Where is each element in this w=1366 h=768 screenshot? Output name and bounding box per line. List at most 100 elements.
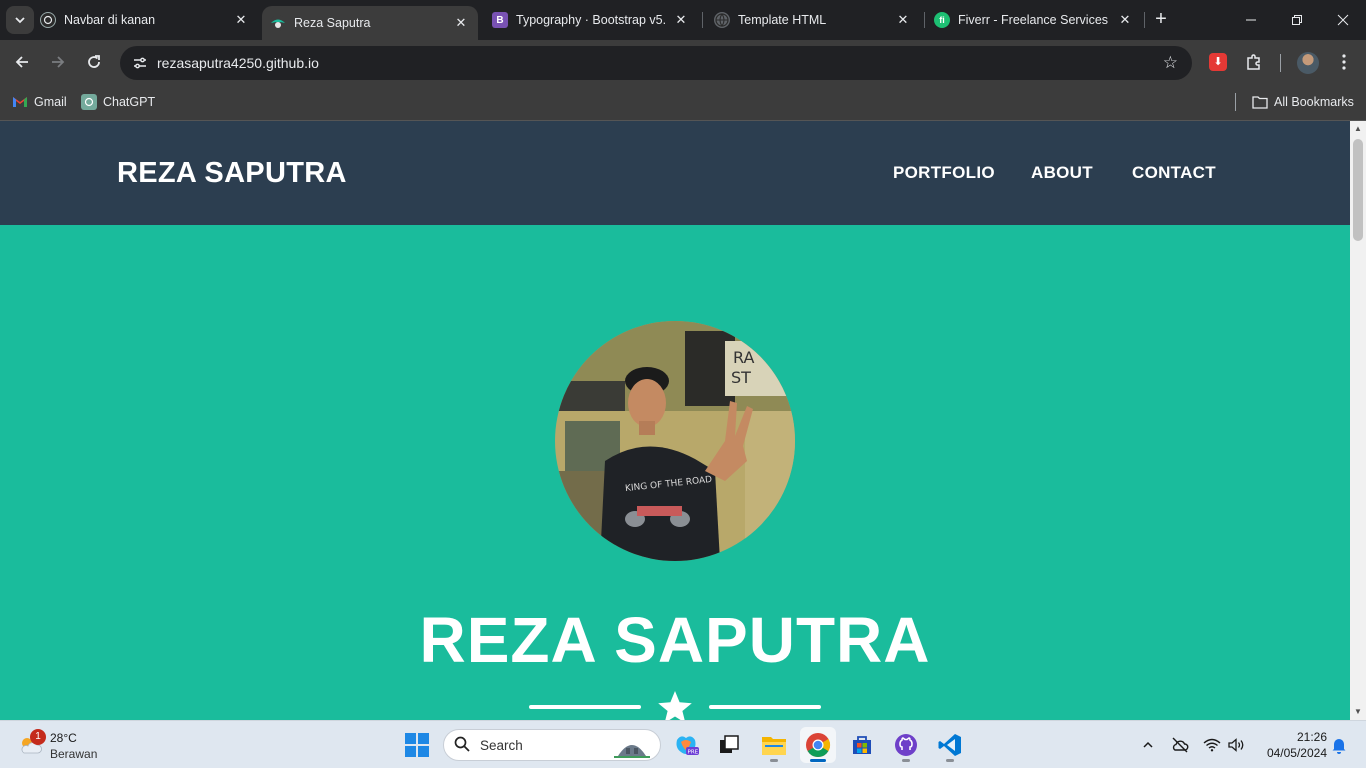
task-view-app[interactable] — [711, 727, 747, 763]
reload-button[interactable] — [80, 48, 108, 76]
clock-time: 21:26 — [1296, 730, 1327, 744]
close-tab-icon[interactable]: ✕ — [232, 12, 250, 28]
close-window-button[interactable] — [1320, 0, 1366, 40]
reload-icon — [88, 55, 100, 68]
restore-icon — [1292, 15, 1302, 25]
tab-title: Navbar di kanan — [64, 13, 156, 27]
svg-text:RA: RA — [733, 348, 754, 367]
close-icon — [1337, 14, 1349, 26]
tab-title: Reza Saputra — [294, 16, 371, 30]
tab-title: Typography · Bootstrap v5.2 — [516, 13, 666, 27]
bookmark-gmail[interactable]: Gmail — [12, 94, 67, 110]
bookmarks-separator — [1235, 93, 1236, 111]
weather-temperature: 28°C — [50, 731, 77, 745]
search-highlight-icon — [614, 745, 650, 758]
all-bookmarks-label: All Bookmarks — [1274, 95, 1354, 109]
close-tab-icon[interactable]: ✕ — [672, 12, 690, 28]
github-desktop-app[interactable] — [888, 727, 924, 763]
extension-icon[interactable]: ⬇ — [1209, 53, 1227, 71]
bookmark-star-icon[interactable]: ☆ — [1163, 53, 1178, 73]
new-tab-button[interactable]: + — [1150, 8, 1172, 32]
app-running-indicator — [770, 759, 778, 762]
system-clock[interactable]: 21:26 04/05/2024 — [1255, 729, 1327, 761]
masthead: RA ST KING OF THE ROAD REZA SAPUTRA — [0, 225, 1350, 720]
nav-link-portfolio[interactable]: PORTFOLIO — [893, 163, 995, 183]
taskbar-search-box[interactable]: Search — [443, 729, 661, 761]
nav-link-contact[interactable]: CONTACT — [1132, 163, 1216, 183]
page-scrollbar[interactable]: ▲ ▼ — [1350, 121, 1366, 720]
app-active-indicator — [810, 759, 826, 762]
tab-template-html[interactable]: Template HTML ✕ — [706, 0, 920, 40]
notification-bell-icon[interactable] — [1329, 735, 1349, 755]
scroll-up-arrow-icon[interactable]: ▲ — [1350, 121, 1366, 137]
close-tab-icon[interactable]: ✕ — [452, 15, 470, 31]
chevron-down-icon — [15, 17, 25, 24]
chatgpt-icon — [81, 94, 97, 110]
divider-line-left — [529, 705, 641, 709]
extensions-button[interactable] — [1240, 48, 1268, 76]
close-tab-icon[interactable]: ✕ — [1116, 12, 1134, 28]
app-running-indicator — [946, 759, 954, 762]
volume-icon[interactable] — [1227, 735, 1247, 755]
vscode-app[interactable] — [932, 727, 968, 763]
file-explorer-app[interactable] — [756, 727, 792, 763]
forward-button[interactable] — [44, 48, 72, 76]
microsoft-store-app[interactable] — [844, 727, 880, 763]
gmail-icon — [12, 94, 28, 110]
arrow-right-icon — [52, 56, 65, 68]
restore-button[interactable] — [1274, 0, 1320, 40]
address-bar[interactable]: rezasaputra4250.github.io ☆ — [120, 46, 1192, 80]
wifi-icon[interactable] — [1202, 735, 1222, 755]
bookmarks-bar: Gmail ChatGPT All Bookmarks — [0, 85, 1366, 121]
minimize-button[interactable] — [1228, 0, 1274, 40]
menu-button[interactable] — [1330, 48, 1358, 76]
tab-title: Fiverr - Freelance Services M — [958, 13, 1110, 27]
fiverr-favicon-icon: fi — [934, 12, 950, 28]
copilot-app[interactable]: PRE — [668, 727, 704, 763]
profile-photo: RA ST KING OF THE ROAD — [555, 321, 795, 561]
globe-icon — [714, 12, 730, 28]
tab-separator — [924, 12, 925, 28]
weather-widget[interactable]: 1 28°C Berawan — [16, 729, 106, 763]
hero-title: REZA SAPUTRA — [419, 604, 931, 676]
chrome-app[interactable] — [800, 727, 836, 763]
browser-toolbar: rezasaputra4250.github.io ☆ ⬇ — [0, 40, 1366, 85]
nav-link-about[interactable]: ABOUT — [1031, 163, 1093, 183]
site-brand-link[interactable]: REZA SAPUTRA — [117, 157, 347, 190]
tab-title: Template HTML — [738, 13, 827, 27]
vscode-icon — [938, 734, 961, 756]
search-icon — [454, 736, 470, 757]
site-info-icon[interactable] — [128, 51, 152, 75]
tab-fiverr[interactable]: fi Fiverr - Freelance Services M ✕ — [928, 0, 1142, 40]
tab-reza-saputra[interactable]: Reza Saputra ✕ — [262, 6, 478, 40]
task-view-icon — [720, 735, 739, 753]
svg-text:ST: ST — [731, 368, 751, 387]
app-running-indicator — [902, 759, 910, 762]
tab-search-button[interactable] — [6, 6, 34, 34]
site-favicon-icon — [270, 15, 286, 31]
all-bookmarks-button[interactable]: All Bookmarks — [1252, 94, 1354, 110]
onedrive-offline-icon[interactable] — [1170, 735, 1190, 755]
tab-separator — [702, 12, 703, 28]
microsoft-store-icon — [853, 736, 871, 754]
show-hidden-icons-chevron-icon[interactable] — [1138, 735, 1158, 755]
tab-typography-bootstrap[interactable]: B Typography · Bootstrap v5.2 ✕ — [484, 0, 698, 40]
bookmark-chatgpt[interactable]: ChatGPT — [81, 94, 155, 110]
windows-start-icon[interactable] — [404, 732, 430, 758]
folder-icon — [1252, 94, 1268, 110]
github-desktop-icon — [895, 734, 917, 756]
toolbar-separator — [1280, 54, 1281, 72]
back-button[interactable] — [8, 48, 36, 76]
notification-badge: 1 — [30, 729, 46, 745]
profile-avatar[interactable] — [1297, 52, 1319, 74]
scroll-down-arrow-icon[interactable]: ▼ — [1350, 704, 1366, 720]
star-icon — [658, 691, 692, 720]
scrollbar-thumb[interactable] — [1353, 139, 1363, 241]
close-tab-icon[interactable]: ✕ — [894, 12, 912, 28]
tab-navbar-di-kanan[interactable]: Navbar di kanan ✕ — [40, 0, 258, 40]
chrome-icon — [806, 733, 831, 758]
kebab-menu-icon — [1342, 54, 1346, 70]
copilot-icon: PRE — [676, 736, 699, 756]
bookmark-label: Gmail — [34, 95, 67, 109]
minimize-icon — [1246, 19, 1256, 21]
